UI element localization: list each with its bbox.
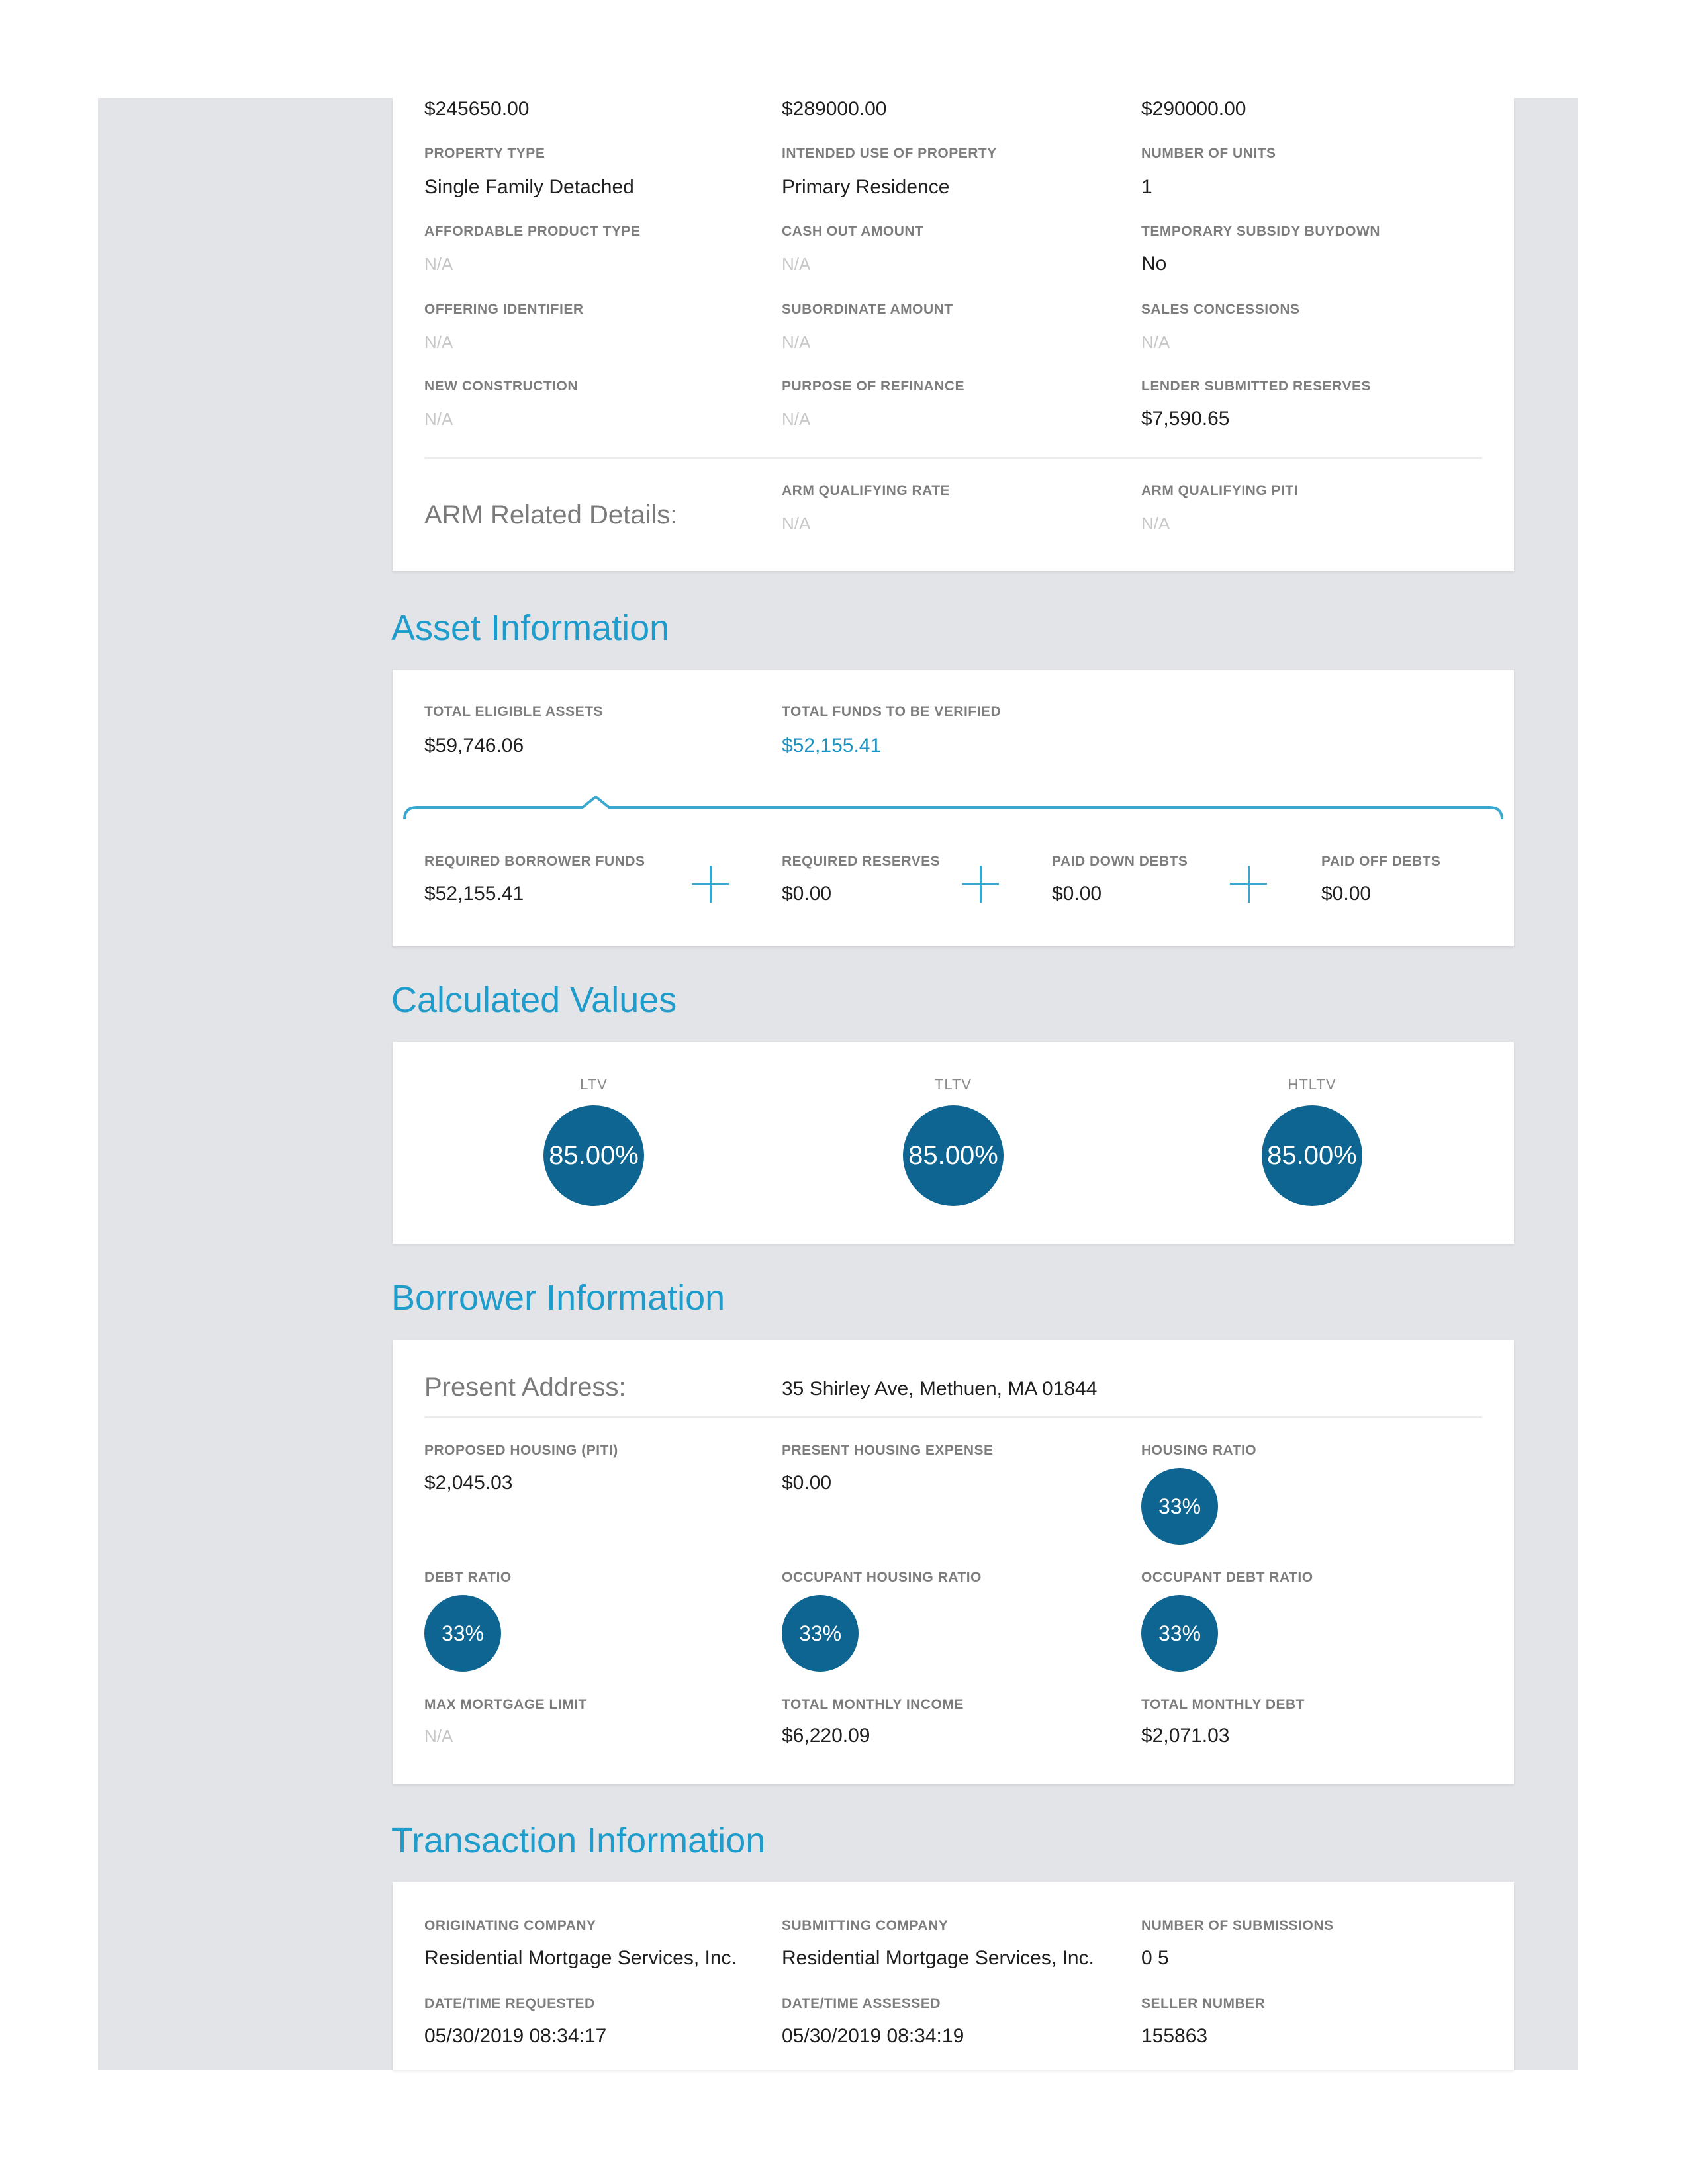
total-monthly-debt-value: $2,071.03 [1141, 1725, 1230, 1747]
submitting-company-label: SUBMITTING COMPANY [782, 1918, 949, 1933]
purpose-refinance-value: N/A [782, 409, 811, 429]
appraised-value: $290000.00 [1141, 98, 1246, 120]
address-divider [424, 1416, 1482, 1418]
occupant-debt-ratio-label: OCCUPANT DEBT RATIO [1141, 1570, 1313, 1585]
sales-concessions-label: SALES CONCESSIONS [1141, 302, 1300, 317]
htltv-label: HTLTV [1288, 1076, 1336, 1093]
required-reserves-label: REQUIRED RESERVES [782, 854, 941, 869]
loan-amount-value: $245650.00 [424, 98, 530, 120]
new-construction-label: NEW CONSTRUCTION [424, 379, 578, 394]
max-mortgage-value: N/A [424, 1726, 453, 1746]
arm-rate-label: ARM QUALIFYING RATE [782, 483, 951, 498]
ltv-circle: 85.00% [543, 1105, 644, 1206]
total-funds-verified-link[interactable]: $52,155.41 [782, 735, 881, 757]
required-reserves-value: $0.00 [782, 883, 832, 905]
datetime-requested-label: DATE/TIME REQUESTED [424, 1996, 595, 2011]
seller-number-label: SELLER NUMBER [1141, 1996, 1266, 2011]
proposed-housing-label: PROPOSED HOUSING (PITI) [424, 1443, 618, 1458]
tltv-label: TLTV [934, 1076, 972, 1093]
property-type-value: Single Family Detached [424, 176, 634, 198]
plus-icon [1230, 866, 1267, 903]
number-of-units-label: NUMBER OF UNITS [1141, 146, 1276, 161]
datetime-assessed-label: DATE/TIME ASSESSED [782, 1996, 941, 2011]
number-of-submissions-value: 0 5 [1141, 1947, 1169, 1969]
debt-ratio-circle: 33% [424, 1595, 501, 1672]
cash-out-value: N/A [782, 254, 811, 274]
originating-company-value: Residential Mortgage Services, Inc. [424, 1947, 737, 1969]
paid-off-debts-label: PAID OFF DEBTS [1321, 854, 1441, 869]
number-of-submissions-label: NUMBER OF SUBMISSIONS [1141, 1918, 1334, 1933]
total-eligible-assets-label: TOTAL ELIGIBLE ASSETS [424, 704, 603, 719]
occupant-debt-ratio-circle: 33% [1141, 1595, 1218, 1672]
submitting-company-value: Residential Mortgage Services, Inc. [782, 1947, 1094, 1969]
transaction-section-title: Transaction Information [391, 1821, 766, 1860]
max-mortgage-label: MAX MORTGAGE LIMIT [424, 1697, 587, 1712]
total-monthly-income-value: $6,220.09 [782, 1725, 870, 1747]
total-funds-verified-label: TOTAL FUNDS TO BE VERIFIED [782, 704, 1002, 719]
calculated-section-title: Calculated Values [391, 980, 677, 1020]
arm-divider [424, 457, 1482, 459]
calculated-values-card: LTV 85.00% TLTV 85.00% HTLTV 85.00% [393, 1042, 1514, 1244]
lender-reserves-value: $7,590.65 [1141, 408, 1230, 430]
htltv-circle: 85.00% [1262, 1105, 1362, 1206]
total-eligible-assets-value: $59,746.06 [424, 735, 524, 756]
present-address-label: Present Address: [424, 1373, 626, 1402]
cash-out-label: CASH OUT AMOUNT [782, 224, 924, 239]
affordable-product-value: N/A [424, 254, 453, 274]
occupant-housing-ratio-label: OCCUPANT HOUSING RATIO [782, 1570, 982, 1585]
plus-icon [962, 866, 999, 903]
ltv-label: LTV [580, 1076, 608, 1093]
affordable-product-label: AFFORDABLE PRODUCT TYPE [424, 224, 641, 239]
subsidy-buydown-label: TEMPORARY SUBSIDY BUYDOWN [1141, 224, 1380, 239]
sales-price-value: $289000.00 [782, 98, 887, 120]
offering-identifier-value: N/A [424, 332, 453, 352]
paid-off-debts-value: $0.00 [1321, 883, 1372, 905]
lender-reserves-label: LENDER SUBMITTED RESERVES [1141, 379, 1371, 394]
new-construction-value: N/A [424, 409, 453, 429]
originating-company-label: ORIGINATING COMPANY [424, 1918, 596, 1933]
funds-bracket [403, 795, 1503, 820]
paid-down-debts-value: $0.00 [1052, 883, 1102, 905]
subsidy-buydown-value: No [1141, 253, 1167, 275]
number-of-units-value: 1 [1141, 176, 1152, 198]
housing-ratio-label: HOUSING RATIO [1141, 1443, 1257, 1458]
proposed-housing-value: $2,045.03 [424, 1472, 513, 1494]
tltv-circle: 85.00% [903, 1105, 1004, 1206]
datetime-requested-value: 05/30/2019 08:34:17 [424, 2025, 607, 2047]
intended-use-label: INTENDED USE OF PROPERTY [782, 146, 997, 161]
arm-piti-value: N/A [1141, 514, 1170, 533]
required-borrower-funds-value: $52,155.41 [424, 883, 524, 905]
datetime-assessed-value: 05/30/2019 08:34:19 [782, 2025, 964, 2047]
arm-piti-label: ARM QUALIFYING PITI [1141, 483, 1298, 498]
paid-down-debts-label: PAID DOWN DEBTS [1052, 854, 1188, 869]
intended-use-value: Primary Residence [782, 176, 950, 198]
total-monthly-income-label: TOTAL MONTHLY INCOME [782, 1697, 964, 1712]
borrower-section-title: Borrower Information [391, 1278, 726, 1318]
arm-details-title: ARM Related Details: [424, 500, 678, 529]
plus-icon [692, 866, 729, 903]
transaction-card: ORIGINATING COMPANY Residential Mortgage… [393, 1882, 1514, 2070]
asset-section-title: Asset Information [391, 608, 670, 648]
offering-identifier-label: OFFERING IDENTIFIER [424, 302, 584, 317]
subordinate-amount-label: SUBORDINATE AMOUNT [782, 302, 953, 317]
debt-ratio-label: DEBT RATIO [424, 1570, 512, 1585]
seller-number-value: 155863 [1141, 2025, 1208, 2047]
required-borrower-funds-label: REQUIRED BORROWER FUNDS [424, 854, 645, 869]
asset-card: TOTAL ELIGIBLE ASSETS $59,746.06 TOTAL F… [393, 670, 1514, 946]
total-monthly-debt-label: TOTAL MONTHLY DEBT [1141, 1697, 1305, 1712]
arm-rate-value: N/A [782, 514, 811, 533]
occupant-housing-ratio-circle: 33% [782, 1595, 859, 1672]
present-housing-expense-label: PRESENT HOUSING EXPENSE [782, 1443, 994, 1458]
present-address-value: 35 Shirley Ave, Methuen, MA 01844 [782, 1378, 1098, 1400]
housing-ratio-circle: 33% [1141, 1468, 1218, 1545]
sales-concessions-value: N/A [1141, 332, 1170, 352]
subordinate-amount-value: N/A [782, 332, 811, 352]
present-housing-expense-value: $0.00 [782, 1472, 832, 1494]
purpose-refinance-label: PURPOSE OF REFINANCE [782, 379, 965, 394]
borrower-card: Present Address: 35 Shirley Ave, Methuen… [393, 1340, 1514, 1784]
loan-details-card: $245650.00 $289000.00 $290000.00 PROPERT… [393, 98, 1514, 571]
property-type-label: PROPERTY TYPE [424, 146, 545, 161]
